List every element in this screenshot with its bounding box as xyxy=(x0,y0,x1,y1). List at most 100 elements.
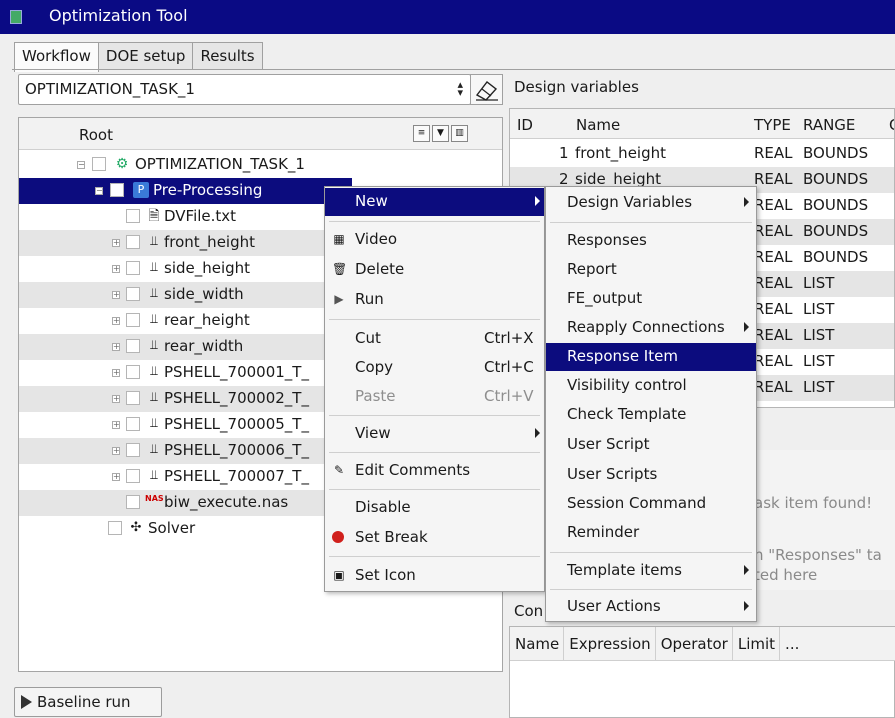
columns-icon[interactable]: ▥ xyxy=(451,125,468,142)
submenu-item-design-variables[interactable]: Design Variables xyxy=(546,189,756,217)
node-checkbox[interactable] xyxy=(126,365,140,379)
menu-item-delete[interactable]: 🗑 Delete xyxy=(325,256,544,284)
column-header-more[interactable]: ... xyxy=(780,627,803,660)
expand-icon[interactable]: + xyxy=(112,265,120,273)
column-header-c[interactable]: C xyxy=(889,116,894,134)
cell-type: REAL xyxy=(754,196,793,214)
menu-item-paste[interactable]: Paste Ctrl+V xyxy=(325,383,544,411)
collapse-icon[interactable]: − xyxy=(77,161,85,169)
stop-icon xyxy=(332,531,344,543)
submenu-item-check-template[interactable]: Check Template xyxy=(546,401,756,429)
node-checkbox[interactable] xyxy=(126,287,140,301)
tab-doe-setup[interactable]: DOE setup xyxy=(97,42,194,70)
menu-item-label: Video xyxy=(355,230,398,248)
expand-icon[interactable]: + xyxy=(112,395,120,403)
cell-range: LIST xyxy=(803,352,835,370)
menu-item-set-icon[interactable]: ▣ Set Icon xyxy=(325,562,544,590)
submenu-item-user-scripts[interactable]: User Scripts xyxy=(546,461,756,489)
tab-workflow[interactable]: Workflow xyxy=(14,42,99,72)
expand-icon[interactable]: + xyxy=(112,317,120,325)
column-header-type[interactable]: TYPE xyxy=(754,116,791,134)
submenu-item-response-item[interactable]: Response Item xyxy=(546,343,756,371)
submenu-item-user-actions[interactable]: User Actions xyxy=(546,593,756,621)
column-header-expression[interactable]: Expression xyxy=(564,627,656,660)
variable-icon: ⫫ xyxy=(150,234,158,249)
menu-item-label: Run xyxy=(355,290,384,308)
node-checkbox[interactable] xyxy=(126,313,140,327)
node-checkbox[interactable] xyxy=(92,157,106,171)
node-checkbox[interactable] xyxy=(126,339,140,353)
expand-icon[interactable]: + xyxy=(112,291,120,299)
list-icon[interactable]: ≡ xyxy=(413,125,430,142)
node-checkbox[interactable] xyxy=(126,235,140,249)
expand-icon[interactable]: + xyxy=(112,343,120,351)
node-checkbox[interactable] xyxy=(126,417,140,431)
menu-item-edit-comments[interactable]: ✎ Edit Comments xyxy=(325,457,544,485)
eraser-button[interactable] xyxy=(470,74,503,105)
constraints-title: Con xyxy=(514,602,544,620)
column-header-range[interactable]: RANGE xyxy=(803,116,855,134)
submenu-item-reapply-connections[interactable]: Reapply Connections xyxy=(546,314,756,342)
variable-icon: ⫫ xyxy=(150,312,158,327)
node-checkbox[interactable] xyxy=(126,495,140,509)
menu-item-video[interactable]: ▦ Video xyxy=(325,226,544,254)
menu-item-label: Delete xyxy=(355,260,405,278)
node-checkbox[interactable] xyxy=(126,391,140,405)
baseline-run-button[interactable]: Baseline run xyxy=(14,687,162,717)
column-header-name[interactable]: Name xyxy=(576,116,620,134)
column-header-id[interactable]: ID xyxy=(517,116,533,134)
expand-icon[interactable]: + xyxy=(112,239,120,247)
menu-item-cut[interactable]: Cut Ctrl+X xyxy=(325,325,544,353)
task-selector[interactable]: OPTIMIZATION_TASK_1 ▴ ▾ xyxy=(18,74,471,105)
menu-separator xyxy=(329,221,540,222)
tree-node-optimization-task[interactable]: − ⚙ OPTIMIZATION_TASK_1 xyxy=(19,152,502,178)
menu-item-shortcut: Ctrl+X xyxy=(484,329,534,347)
menu-item-run[interactable]: ▶ Run xyxy=(325,286,544,314)
expand-icon[interactable]: + xyxy=(112,473,120,481)
new-submenu: Design Variables Responses Report FE_out… xyxy=(545,186,757,622)
video-icon: ▦ xyxy=(333,232,345,246)
column-header-operator[interactable]: Operator xyxy=(656,627,733,660)
app-icon xyxy=(10,10,22,24)
submenu-item-fe-output[interactable]: FE_output xyxy=(546,285,756,313)
node-checkbox[interactable] xyxy=(108,521,122,535)
submenu-item-reminder[interactable]: Reminder xyxy=(546,519,756,547)
constraints-header: Name Expression Operator Limit ... xyxy=(510,627,895,661)
table-row[interactable]: 1 front_height REAL BOUNDS xyxy=(510,141,894,167)
submenu-item-template-items[interactable]: Template items xyxy=(546,557,756,585)
node-checkbox[interactable] xyxy=(110,183,124,197)
menu-item-copy[interactable]: Copy Ctrl+C xyxy=(325,354,544,382)
menu-separator xyxy=(329,452,540,453)
node-checkbox[interactable] xyxy=(126,209,140,223)
menu-item-view[interactable]: View xyxy=(325,420,544,448)
expand-icon[interactable]: + xyxy=(112,421,120,429)
node-checkbox[interactable] xyxy=(126,469,140,483)
tree-node-label: biw_execute.nas xyxy=(164,493,289,511)
menu-item-set-break[interactable]: Set Break xyxy=(325,524,544,552)
expand-icon[interactable]: + xyxy=(112,369,120,377)
menu-item-new[interactable]: New xyxy=(325,188,544,216)
tree-node-pre-processing[interactable]: − P Pre-Processing xyxy=(19,178,352,204)
variable-icon: ⫫ xyxy=(150,364,158,379)
submenu-arrow-icon xyxy=(744,197,749,207)
expand-icon[interactable]: + xyxy=(112,447,120,455)
menu-item-label: Template items xyxy=(567,561,682,579)
menu-item-label: Set Break xyxy=(355,528,428,546)
submenu-item-visibility-control[interactable]: Visibility control xyxy=(546,372,756,400)
submenu-item-user-script[interactable]: User Script xyxy=(546,431,756,459)
filter-icon[interactable]: ▼ xyxy=(432,125,449,142)
submenu-item-report[interactable]: Report xyxy=(546,256,756,284)
collapse-icon[interactable]: − xyxy=(95,187,103,195)
cell-type: REAL xyxy=(754,378,793,396)
context-menu: New ▦ Video 🗑 Delete ▶ Run Cut Ctrl+X Co… xyxy=(324,186,545,592)
column-header-name[interactable]: Name xyxy=(510,627,565,660)
submenu-item-session-command[interactable]: Session Command xyxy=(546,490,756,518)
submenu-item-responses[interactable]: Responses xyxy=(546,227,756,255)
node-checkbox[interactable] xyxy=(126,443,140,457)
column-header-limit[interactable]: Limit xyxy=(733,627,781,660)
node-checkbox[interactable] xyxy=(126,261,140,275)
tab-results[interactable]: Results xyxy=(192,42,263,70)
menu-item-disable[interactable]: Disable xyxy=(325,494,544,522)
submenu-arrow-icon xyxy=(744,601,749,611)
tree-node-label: side_height xyxy=(164,259,251,277)
